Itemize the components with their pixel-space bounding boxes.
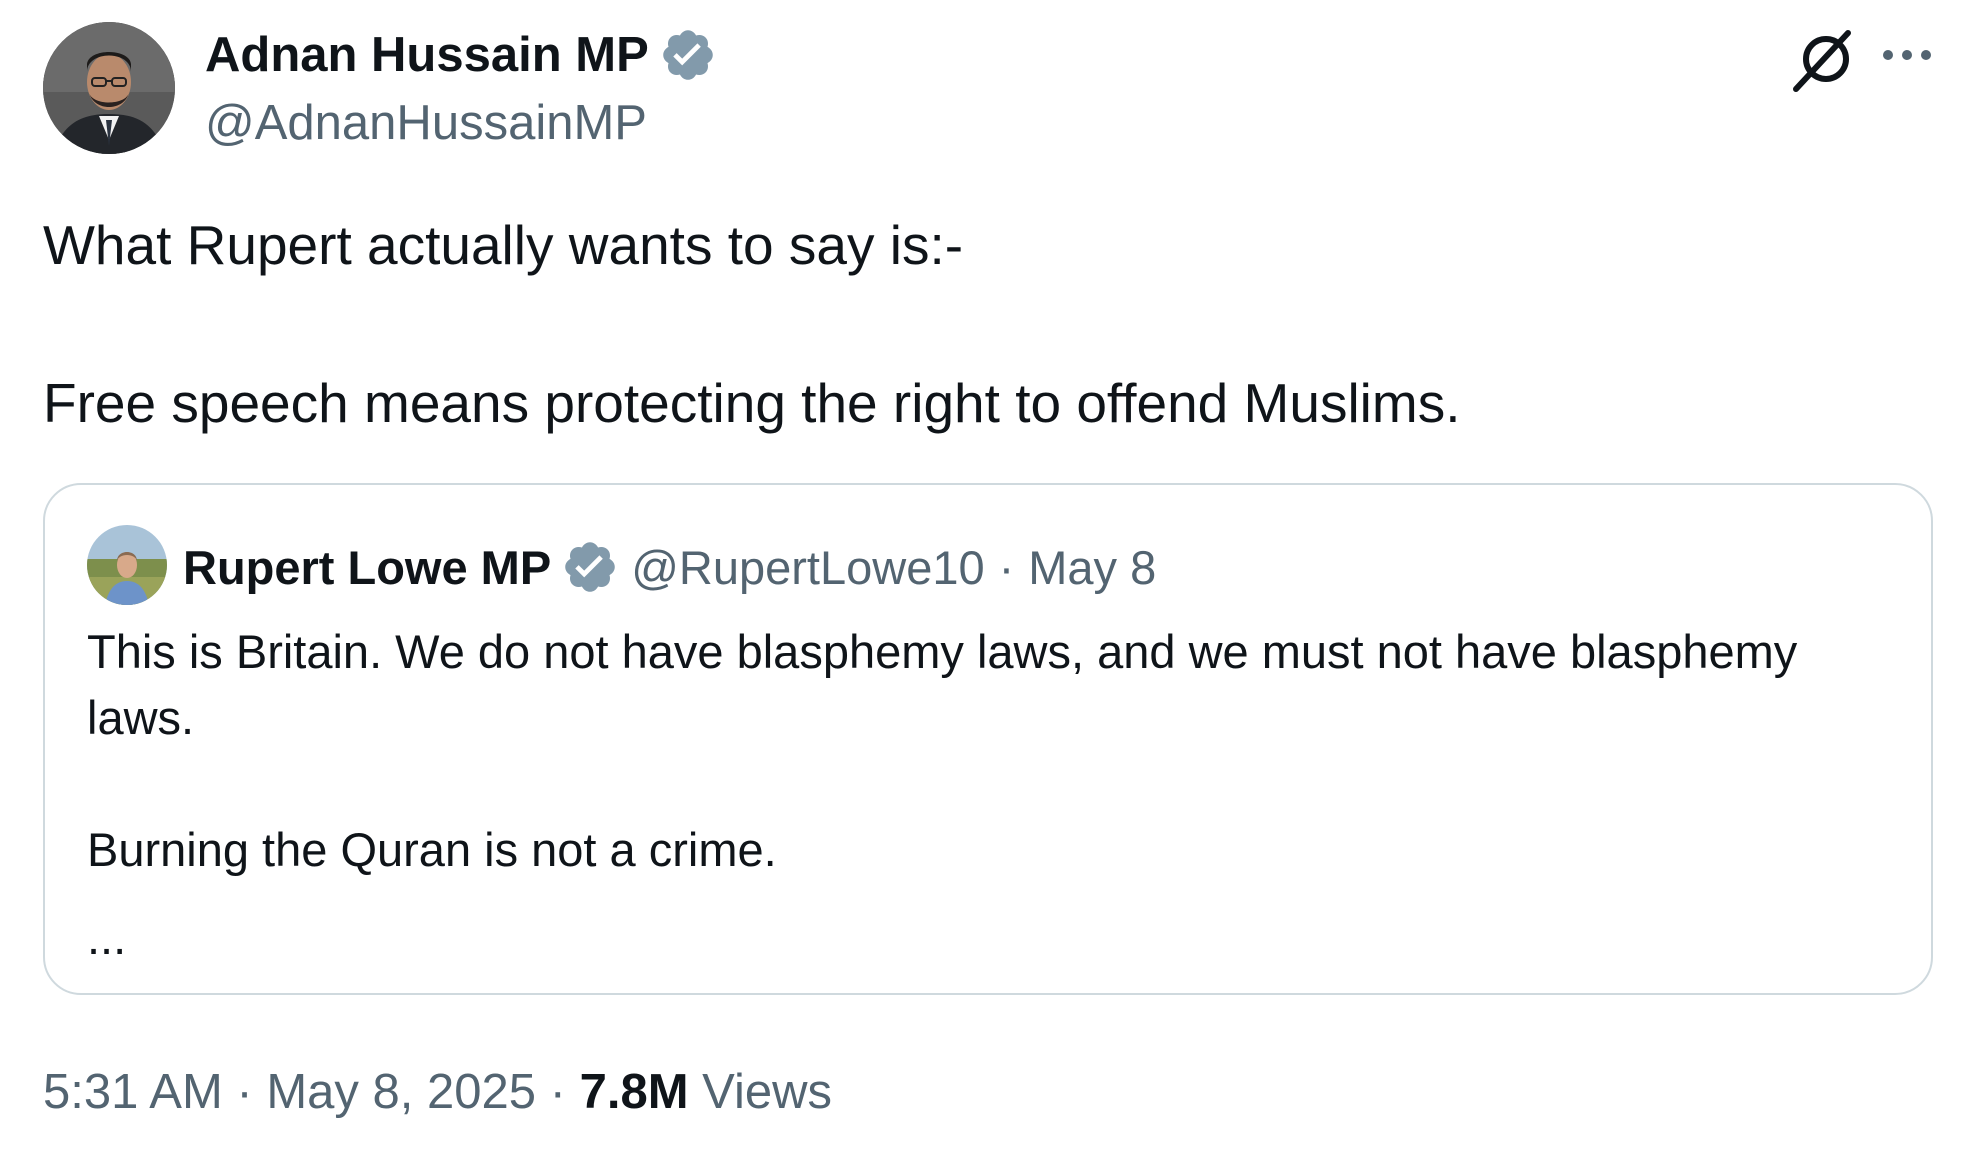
grok-button[interactable] [1790, 27, 1856, 93]
quoted-paragraph-2: Burning the Quran is not a crime. [87, 823, 777, 876]
author-name[interactable]: Adnan Hussain MP [205, 25, 649, 85]
quoted-separator: · [998, 540, 1015, 594]
more-options-button[interactable] [1880, 38, 1934, 72]
author-avatar-image [43, 22, 175, 154]
quoted-tweet-card[interactable]: Rupert Lowe MP @RupertLowe10 · May 8 Thi… [43, 483, 1933, 995]
tweet-meta: 5:31 AM · May 8, 2025 · 7.8M Views [43, 1062, 832, 1122]
tweet-time[interactable]: 5:31 AM [43, 1065, 223, 1119]
quoted-author-name[interactable]: Rupert Lowe MP [183, 540, 551, 595]
quoted-body: This is Britain. We do not have blasphem… [87, 619, 1847, 883]
verified-badge-icon [565, 542, 615, 592]
quoted-paragraph-1: This is Britain. We do not have blasphem… [87, 625, 1798, 744]
views-label[interactable]: Views [702, 1065, 832, 1119]
quoted-truncation-ellipsis: ... [87, 911, 127, 964]
quoted-date[interactable]: May 8 [1028, 540, 1156, 595]
tweet-text-line2: Free speech means protecting the right t… [43, 372, 1461, 434]
quoted-paragraph-gap [87, 751, 1847, 817]
quoted-header: Rupert Lowe MP @RupertLowe10 · May 8 [183, 535, 1156, 599]
tweet-date[interactable]: May 8, 2025 [266, 1065, 536, 1119]
views-count[interactable]: 7.8M [580, 1065, 689, 1119]
meta-separator: · [549, 1065, 566, 1119]
quoted-author-avatar [87, 525, 167, 605]
author-handle[interactable]: @AdnanHussainMP [205, 93, 647, 153]
author-avatar[interactable] [43, 22, 175, 154]
author-name-row[interactable]: Adnan Hussain MP [205, 25, 717, 85]
grok-icon [1793, 30, 1851, 92]
tweet-text-line1: What Rupert actually wants to say is:- [43, 214, 964, 276]
quoted-author-avatar-image [87, 525, 167, 605]
verified-badge-icon [663, 30, 713, 80]
quoted-author-handle[interactable]: @RupertLowe10 [631, 540, 984, 595]
more-icon [1883, 50, 1931, 60]
meta-separator: · [236, 1065, 253, 1119]
